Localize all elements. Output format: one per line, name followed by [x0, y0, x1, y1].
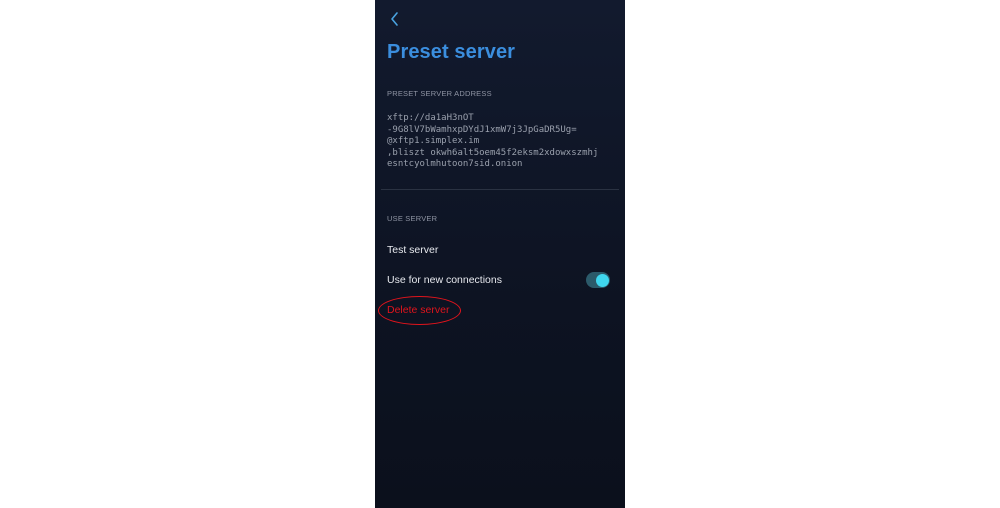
server-address-text: xftp://da1aH3nOT -9G8lV7bWamhxpDYdJ1xmW7…	[387, 113, 619, 171]
address-line: ,bliszt okwh6alt5oem45f2eksm2xdowxszmhj	[387, 147, 599, 158]
phone-screen: Preset server PRESET SERVER ADDRESS xftp…	[375, 0, 625, 508]
chevron-left-icon	[391, 12, 398, 26]
address-line: -9G8lV7bWamhxpDYdJ1xmW7j3JpGaDR5Ug=	[387, 124, 577, 135]
back-button[interactable]	[385, 9, 405, 29]
use-for-new-connections-label: Use for new connections	[387, 274, 502, 286]
section-divider	[381, 189, 619, 190]
address-line: xftp://da1aH3nOT	[387, 113, 474, 123]
preset-server-address-header: PRESET SERVER ADDRESS	[387, 89, 492, 98]
toggle-knob	[596, 273, 609, 287]
address-line: @xftp1.simplex.im	[387, 136, 480, 146]
use-for-new-connections-toggle[interactable]	[586, 272, 610, 288]
use-server-header: USE SERVER	[387, 214, 438, 223]
page-title: Preset server	[387, 41, 516, 63]
address-line: esntcyolmhutoon7sid.onion	[387, 159, 523, 169]
test-server-button[interactable]: Test server	[387, 244, 438, 256]
delete-server-button[interactable]: Delete server	[387, 304, 449, 316]
